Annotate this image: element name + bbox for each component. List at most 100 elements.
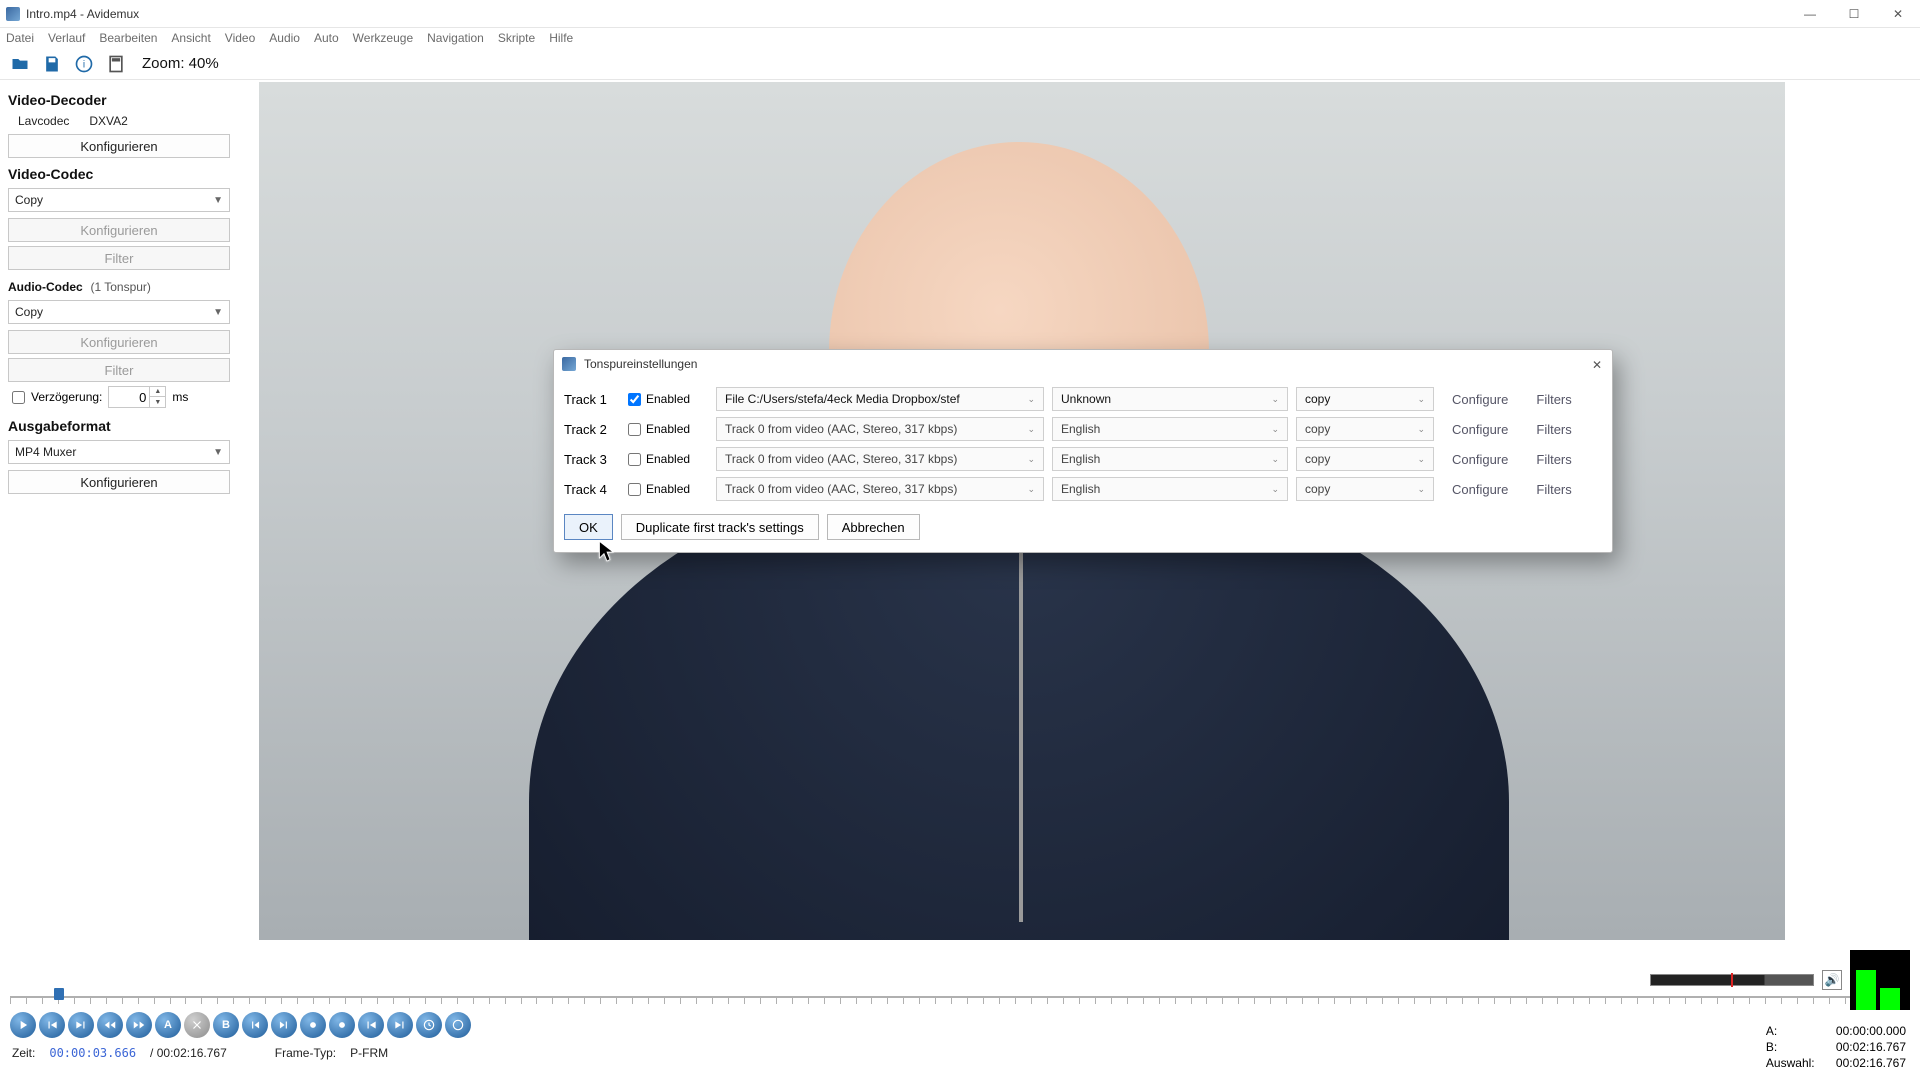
spin-up-icon[interactable]: ▲ (150, 387, 165, 397)
mark-b-button[interactable]: B (213, 1012, 239, 1038)
output-format-configure-button[interactable]: Konfigurieren (8, 470, 230, 494)
track-configure-button[interactable]: Configure (1442, 452, 1518, 467)
audio-codec-filter-button: Filter (8, 358, 230, 382)
track-source-select[interactable]: Track 0 from video (AAC, Stereo, 317 kbp… (716, 447, 1044, 471)
enabled-label: Enabled (646, 452, 690, 466)
forward-button[interactable] (126, 1012, 152, 1038)
track-codec-select[interactable]: copy⌄ (1296, 477, 1434, 501)
menu-hilfe[interactable]: Hilfe (549, 31, 573, 45)
menu-bar: Datei Verlauf Bearbeiten Ansicht Video A… (0, 28, 1920, 48)
goto-time-button[interactable] (416, 1012, 442, 1038)
chevron-down-icon: ⌄ (1271, 424, 1279, 435)
track-name: Track 1 (564, 392, 620, 407)
mark-a-button[interactable]: A (155, 1012, 181, 1038)
next-keyframe-button[interactable] (271, 1012, 297, 1038)
total-time: / 00:02:16.767 (150, 1046, 227, 1060)
track-name: Track 4 (564, 482, 620, 497)
video-decoder-configure-button[interactable]: Konfigurieren (8, 134, 230, 158)
menu-datei[interactable]: Datei (6, 31, 34, 45)
track-language-select[interactable]: English⌄ (1052, 447, 1288, 471)
track-configure-button[interactable]: Configure (1442, 392, 1518, 407)
video-codec-title: Video-Codec (8, 166, 245, 182)
track-enabled-checkbox[interactable]: Enabled (628, 482, 708, 496)
track-codec-select[interactable]: copy⌄ (1296, 447, 1434, 471)
prev-black-button[interactable] (300, 1012, 326, 1038)
toolbar-save-button[interactable] (40, 52, 64, 76)
track-codec-select[interactable]: copy⌄ (1296, 417, 1434, 441)
menu-video[interactable]: Video (225, 31, 255, 45)
goto-marker-button[interactable] (445, 1012, 471, 1038)
track-filters-button[interactable]: Filters (1526, 392, 1581, 407)
play-button[interactable] (10, 1012, 36, 1038)
timeline-playhead[interactable] (54, 988, 64, 1000)
menu-ansicht[interactable]: Ansicht (171, 31, 210, 45)
menu-skripte[interactable]: Skripte (498, 31, 535, 45)
menu-werkzeuge[interactable]: Werkzeuge (353, 31, 413, 45)
audio-codec-configure-button: Konfigurieren (8, 330, 230, 354)
dialog-cancel-button[interactable]: Abbrechen (827, 514, 920, 540)
timeline[interactable] (10, 988, 1910, 1008)
window-minimize-button[interactable]: — (1788, 0, 1832, 28)
dialog-duplicate-button[interactable]: Duplicate first track's settings (621, 514, 819, 540)
goto-start-button[interactable] (358, 1012, 384, 1038)
menu-audio[interactable]: Audio (269, 31, 300, 45)
spin-down-icon[interactable]: ▼ (150, 397, 165, 407)
chevron-down-icon: ▼ (213, 447, 223, 458)
track-filters-button[interactable]: Filters (1526, 452, 1581, 467)
track-enabled-checkbox[interactable]: Enabled (628, 422, 708, 436)
dialog-title: Tonspureinstellungen (584, 357, 697, 371)
audio-delay-input[interactable] (109, 390, 149, 405)
audio-delay-spinner[interactable]: ▲▼ (108, 386, 166, 408)
track-source-select[interactable]: Track 0 from video (AAC, Stereo, 317 kbp… (716, 477, 1044, 501)
track-language-select[interactable]: English⌄ (1052, 477, 1288, 501)
zeit-value[interactable]: 00:00:03.666 (49, 1046, 136, 1060)
chevron-down-icon: ⌄ (1417, 394, 1425, 405)
track-source-select[interactable]: File C:/Users/stefa/4eck Media Dropbox/s… (716, 387, 1044, 411)
next-black-button[interactable] (329, 1012, 355, 1038)
prev-keyframe-button[interactable] (242, 1012, 268, 1038)
selection-times: A:00:00:00.000 B:00:02:16.767 Auswahl:00… (1766, 1022, 1906, 1072)
menu-auto[interactable]: Auto (314, 31, 339, 45)
next-button[interactable] (68, 1012, 94, 1038)
track-language-select[interactable]: English⌄ (1052, 417, 1288, 441)
window-close-button[interactable]: ✕ (1876, 0, 1920, 28)
chevron-down-icon: ⌄ (1027, 454, 1035, 465)
toolbar-calc-button[interactable] (104, 52, 128, 76)
track-configure-button[interactable]: Configure (1442, 482, 1518, 497)
enabled-label: Enabled (646, 482, 690, 496)
dialog-close-button[interactable]: ✕ (1586, 354, 1608, 376)
audio-meter (1650, 974, 1814, 986)
menu-navigation[interactable]: Navigation (427, 31, 484, 45)
chevron-down-icon: ▼ (213, 195, 223, 206)
output-format-select[interactable]: MP4 Muxer▼ (8, 440, 230, 464)
goto-end-button[interactable] (387, 1012, 413, 1038)
window-maximize-button[interactable]: ☐ (1832, 0, 1876, 28)
rewind-button[interactable] (97, 1012, 123, 1038)
toolbar-open-button[interactable] (8, 52, 32, 76)
video-codec-select[interactable]: Copy▼ (8, 188, 230, 212)
menu-bearbeiten[interactable]: Bearbeiten (99, 31, 157, 45)
audio-codec-select[interactable]: Copy▼ (8, 300, 230, 324)
track-enabled-checkbox[interactable]: Enabled (628, 392, 708, 406)
dialog-ok-button[interactable]: OK (564, 514, 613, 540)
track-language-select[interactable]: Unknown⌄ (1052, 387, 1288, 411)
video-decoder-title: Video-Decoder (8, 92, 245, 108)
menu-verlauf[interactable]: Verlauf (48, 31, 85, 45)
prev-button[interactable] (39, 1012, 65, 1038)
track-filters-button[interactable]: Filters (1526, 422, 1581, 437)
track-enabled-checkbox[interactable]: Enabled (628, 452, 708, 466)
audio-delay-checkbox[interactable] (12, 391, 25, 404)
audio-tracks-dialog: Tonspureinstellungen ✕ Track 1 Enabled Fi… (553, 349, 1613, 553)
track-source-select[interactable]: Track 0 from video (AAC, Stereo, 317 kbp… (716, 417, 1044, 441)
video-codec-filter-button: Filter (8, 246, 230, 270)
track-row: Track 2 EnabledTrack 0 from video (AAC, … (564, 414, 1602, 444)
toolbar-info-button[interactable]: i (72, 52, 96, 76)
clear-marks-button[interactable] (184, 1012, 210, 1038)
track-codec-select[interactable]: copy⌄ (1296, 387, 1434, 411)
b-label: B: (1766, 1040, 1826, 1054)
dialog-icon (562, 357, 576, 371)
track-filters-button[interactable]: Filters (1526, 482, 1581, 497)
status-bar: Zeit: 00:00:03.666 / 00:02:16.767 Frame-… (0, 1040, 1920, 1066)
speaker-toggle-button[interactable]: 🔊 (1822, 970, 1842, 990)
track-configure-button[interactable]: Configure (1442, 422, 1518, 437)
